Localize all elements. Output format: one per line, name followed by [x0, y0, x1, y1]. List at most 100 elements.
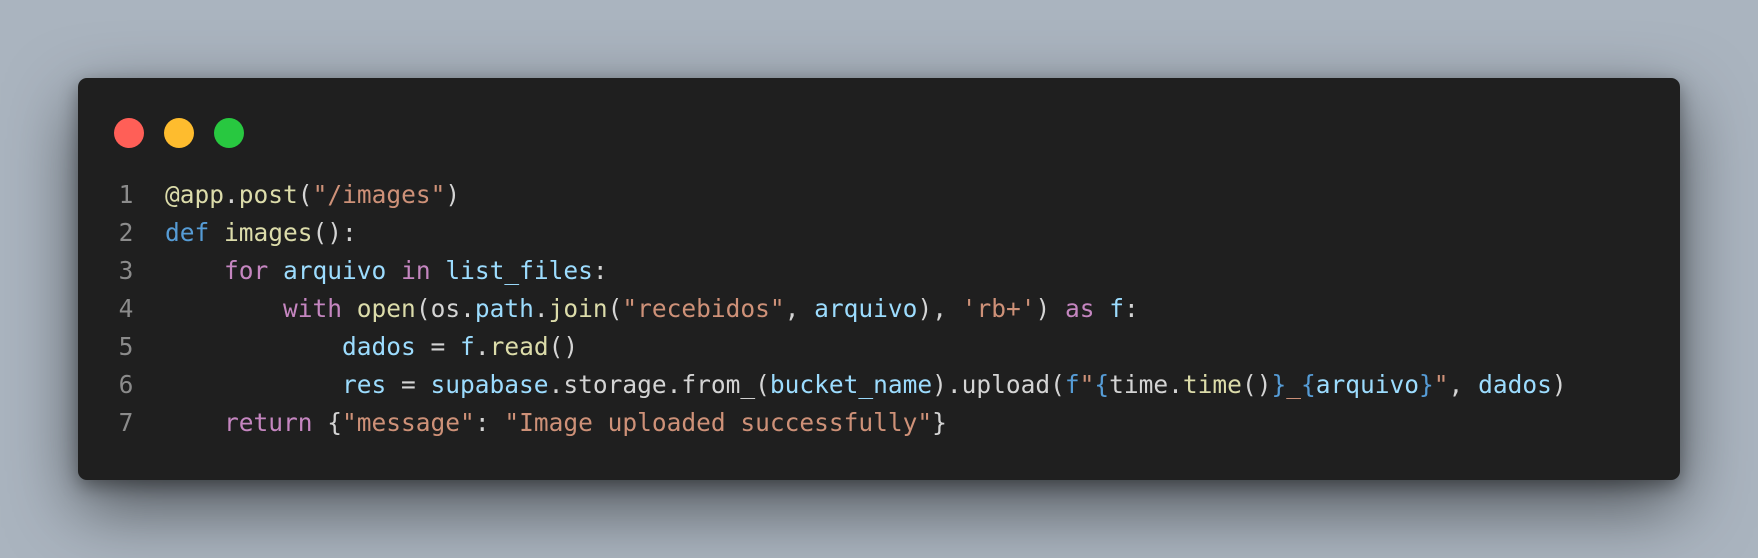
- code-token: post: [238, 180, 298, 209]
- code-line: 6 res = supabase.storage.from_(bucket_na…: [78, 366, 1680, 404]
- code-token: (): [548, 332, 579, 361]
- line-content: return {"message": "Image uploaded succe…: [165, 404, 947, 442]
- code-token: :: [1124, 294, 1139, 323]
- line-number: 3: [118, 256, 134, 285]
- code-token: res: [342, 370, 387, 399]
- code-token: .: [224, 180, 239, 209]
- code-token: }: [1271, 370, 1287, 399]
- code-token: ): [1035, 294, 1065, 323]
- code-token: _: [1286, 370, 1301, 399]
- code-token: "Image uploaded successfully": [504, 408, 933, 437]
- code-token: "/images": [312, 180, 446, 209]
- line-number: 5: [118, 332, 134, 361]
- code-token: 'rb+': [961, 294, 1036, 323]
- code-token: {: [312, 408, 343, 437]
- code-token: (): [1241, 370, 1272, 399]
- code-line: 4 with open(os.path.join("recebidos", ar…: [78, 290, 1680, 328]
- code-token: arquivo: [814, 294, 918, 323]
- code-token: as: [1064, 294, 1095, 323]
- code-token: list_files: [445, 256, 593, 285]
- code-token: ).upload(: [932, 370, 1065, 399]
- line-content: for arquivo in list_files:: [165, 252, 608, 290]
- code-token: dados: [342, 332, 416, 361]
- code-token: bucket_name: [769, 370, 933, 399]
- code-token: }: [1419, 370, 1434, 399]
- code-token: arquivo: [283, 256, 387, 285]
- code-token: time.: [1109, 370, 1183, 399]
- line-number: 7: [118, 408, 134, 437]
- code-token: join: [548, 294, 608, 323]
- code-token: for: [224, 256, 269, 285]
- code-line: 7 return {"message": "Image uploaded suc…: [78, 404, 1680, 442]
- code-window: 1 @app.post("/images") 2 def images(): 3 for…: [78, 78, 1680, 480]
- code-token: arquivo: [1315, 370, 1420, 399]
- code-token: .: [474, 332, 490, 361]
- code-token: {: [1300, 370, 1316, 399]
- code-token: }: [932, 408, 947, 437]
- code-token: ": [1433, 370, 1449, 399]
- code-block: 1 @app.post("/images") 2 def images(): 3 for…: [78, 176, 1680, 442]
- code-token: read: [489, 332, 549, 361]
- code-line: 3 for arquivo in list_files:: [78, 252, 1680, 290]
- code-token: :: [592, 256, 608, 285]
- code-token: "recebidos": [622, 294, 785, 323]
- code-token: ): [445, 180, 461, 209]
- line-content: def images():: [165, 214, 357, 252]
- code-token: =: [386, 370, 431, 399]
- code-token: ),: [917, 294, 962, 323]
- line-number: 1: [118, 180, 134, 209]
- code-token: "message": [342, 408, 475, 437]
- code-token: .storage.from_(: [548, 370, 770, 399]
- code-token: (: [297, 180, 313, 209]
- line-content: dados = f.read(): [165, 328, 578, 366]
- code-token: with: [283, 294, 343, 323]
- code-token: in: [401, 256, 431, 285]
- code-token: time: [1182, 370, 1242, 399]
- maximize-dot-icon[interactable]: [214, 118, 244, 148]
- code-line: 2 def images():: [78, 214, 1680, 252]
- close-dot-icon[interactable]: [114, 118, 144, 148]
- code-token: =: [415, 332, 461, 361]
- line-number: 4: [118, 294, 134, 323]
- code-token: f: [1064, 370, 1080, 399]
- code-token: def: [165, 218, 210, 247]
- code-line: 1 @app.post("/images"): [78, 176, 1680, 214]
- code-token: open: [356, 294, 416, 323]
- line-number: 2: [118, 218, 134, 247]
- code-token: ,: [1448, 370, 1479, 399]
- code-token: images: [224, 218, 313, 247]
- code-token: ): [1551, 370, 1567, 399]
- code-token: path: [474, 294, 534, 323]
- code-token: {: [1094, 370, 1110, 399]
- code-token: :: [474, 408, 505, 437]
- line-content: @app.post("/images"): [165, 176, 460, 214]
- line-content: with open(os.path.join("recebidos", arqu…: [165, 290, 1139, 328]
- line-content: res = supabase.storage.from_(bucket_name…: [165, 366, 1567, 404]
- minimize-dot-icon[interactable]: [164, 118, 194, 148]
- code-token: ": [1079, 370, 1095, 399]
- code-token: (os.: [415, 294, 475, 323]
- code-token: supabase: [430, 370, 549, 399]
- code-token: ():: [312, 218, 357, 247]
- code-token: dados: [1478, 370, 1552, 399]
- code-token: .: [533, 294, 549, 323]
- code-line: 5 dados = f.read(): [78, 328, 1680, 366]
- code-token: (: [607, 294, 623, 323]
- code-token: @app: [165, 180, 225, 209]
- code-token: return: [224, 408, 313, 437]
- code-token: f: [1109, 294, 1125, 323]
- code-token: f: [460, 332, 475, 361]
- line-number: 6: [118, 370, 134, 399]
- code-token: ,: [784, 294, 815, 323]
